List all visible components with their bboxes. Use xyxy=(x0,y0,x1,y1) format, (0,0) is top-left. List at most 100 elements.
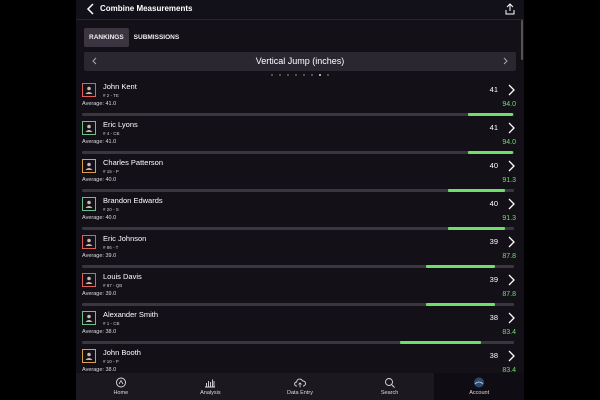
chevron-right-icon[interactable] xyxy=(500,56,510,66)
chevron-right-icon[interactable] xyxy=(506,274,516,286)
nav-item-data-entry[interactable]: Data Entry xyxy=(255,373,345,400)
metric-selector: Vertical Jump (inches) xyxy=(84,52,516,71)
page-dot[interactable] xyxy=(279,74,281,76)
score-value: 40 xyxy=(489,199,498,208)
score-value: 41 xyxy=(489,85,498,94)
page-dot[interactable] xyxy=(319,74,321,76)
player-name: Eric Lyons xyxy=(103,120,138,129)
ranking-row[interactable]: Alexander Smith # 1 - CB Average: 38.0 3… xyxy=(82,308,518,346)
progress-fill xyxy=(467,113,513,116)
chevron-right-icon[interactable] xyxy=(506,312,516,324)
player-info: # 4 - CB xyxy=(103,131,120,136)
player-icon xyxy=(85,276,93,284)
page-dot[interactable] xyxy=(271,74,273,76)
bottom-nav: Home Analysis Data Entry Search Account xyxy=(76,373,524,400)
progress-track xyxy=(82,265,514,268)
page-dot[interactable] xyxy=(327,74,329,76)
nav-item-home[interactable]: Home xyxy=(76,373,166,400)
score-value: 38 xyxy=(489,351,498,360)
analysis-icon xyxy=(205,379,216,388)
page-dot[interactable] xyxy=(311,74,313,76)
scrollbar[interactable] xyxy=(521,20,523,60)
percentile-value: 94.0 xyxy=(502,139,516,146)
ranking-row[interactable]: John Kent # 2 - TE Average: 41.0 41 94.0 xyxy=(82,80,518,118)
player-icon xyxy=(85,162,93,170)
home-icon xyxy=(115,377,126,388)
score-value: 41 xyxy=(489,123,498,132)
player-icon xyxy=(85,352,93,360)
progress-track xyxy=(82,227,514,230)
player-icon xyxy=(85,314,93,322)
progress-track xyxy=(82,189,514,192)
nav-label: Data Entry xyxy=(286,390,313,396)
average-value: Average: 39.0 xyxy=(82,253,117,259)
percentile-value: 87.8 xyxy=(502,291,516,298)
ranking-row[interactable]: Louis Davis # 87 - QB Average: 39.0 39 8… xyxy=(82,270,518,308)
chevron-right-icon[interactable] xyxy=(506,84,516,96)
share-icon[interactable] xyxy=(504,3,516,15)
player-info: # 20 - S xyxy=(103,207,119,212)
progress-fill xyxy=(425,265,495,268)
ranking-row[interactable]: Eric Johnson # 86 - T Average: 39.0 39 8… xyxy=(82,232,518,270)
progress-fill xyxy=(399,341,482,344)
ranking-row[interactable]: Charles Patterson # 15 - P Average: 40.0… xyxy=(82,156,518,194)
player-name: Brandon Edwards xyxy=(103,196,163,205)
cloud-upload-icon xyxy=(294,378,306,388)
avatar xyxy=(82,83,96,97)
player-icon xyxy=(85,86,93,94)
average-value: Average: 41.0 xyxy=(82,101,117,107)
back-arrow-icon[interactable] xyxy=(84,2,98,16)
ranking-row[interactable]: Eric Lyons # 4 - CB Average: 41.0 41 94.… xyxy=(82,118,518,156)
progress-fill xyxy=(467,151,513,154)
chevron-right-icon[interactable] xyxy=(506,160,516,172)
progress-fill xyxy=(447,189,506,192)
page-dot[interactable] xyxy=(287,74,289,76)
percentile-value: 94.0 xyxy=(502,101,516,108)
nav-label: Home xyxy=(113,390,129,396)
player-info: # 87 - QB xyxy=(103,283,123,288)
player-name: Eric Johnson xyxy=(103,234,147,243)
metric-title: Vertical Jump (inches) xyxy=(255,56,345,66)
average-value: Average: 38.0 xyxy=(82,329,117,335)
nav-item-analysis[interactable]: Analysis xyxy=(166,373,256,400)
chevron-right-icon[interactable] xyxy=(506,236,516,248)
nav-item-account[interactable]: Account xyxy=(434,373,524,400)
progress-fill xyxy=(425,303,495,306)
app-window: Combine Measurements RANKINGS SUBMISSION… xyxy=(76,0,524,400)
tab-bar: RANKINGS SUBMISSIONS xyxy=(84,28,184,47)
account-icon xyxy=(474,377,485,388)
avatar xyxy=(82,235,96,249)
tab-rankings[interactable]: RANKINGS xyxy=(84,28,129,47)
player-info: # 86 - T xyxy=(103,245,119,250)
player-icon xyxy=(85,238,93,246)
player-name: Louis Davis xyxy=(103,272,142,281)
page-indicator xyxy=(76,74,524,76)
chevron-right-icon[interactable] xyxy=(506,350,516,362)
score-value: 39 xyxy=(489,237,498,246)
progress-track xyxy=(82,151,514,154)
progress-fill xyxy=(447,227,506,230)
nav-label: Account xyxy=(469,390,490,396)
avatar xyxy=(82,121,96,135)
avatar xyxy=(82,159,96,173)
ranking-row[interactable]: Brandon Edwards # 20 - S Average: 40.0 4… xyxy=(82,194,518,232)
score-value: 39 xyxy=(489,275,498,284)
progress-track xyxy=(82,113,514,116)
chevron-right-icon[interactable] xyxy=(506,198,516,210)
nav-item-search[interactable]: Search xyxy=(345,373,435,400)
ranking-list: John Kent # 2 - TE Average: 41.0 41 94.0… xyxy=(82,80,518,384)
player-name: John Kent xyxy=(103,82,137,91)
average-value: Average: 41.0 xyxy=(82,139,117,145)
page-dot[interactable] xyxy=(303,74,305,76)
chevron-right-icon[interactable] xyxy=(506,122,516,134)
avatar xyxy=(82,197,96,211)
progress-track xyxy=(82,341,514,344)
tab-submissions[interactable]: SUBMISSIONS xyxy=(129,28,185,47)
nav-label: Analysis xyxy=(200,390,221,396)
percentile-value: 91.3 xyxy=(502,177,516,184)
player-icon xyxy=(85,200,93,208)
average-value: Average: 40.0 xyxy=(82,177,117,183)
score-value: 38 xyxy=(489,313,498,322)
page-dot[interactable] xyxy=(295,74,297,76)
average-value: Average: 39.0 xyxy=(82,291,117,297)
